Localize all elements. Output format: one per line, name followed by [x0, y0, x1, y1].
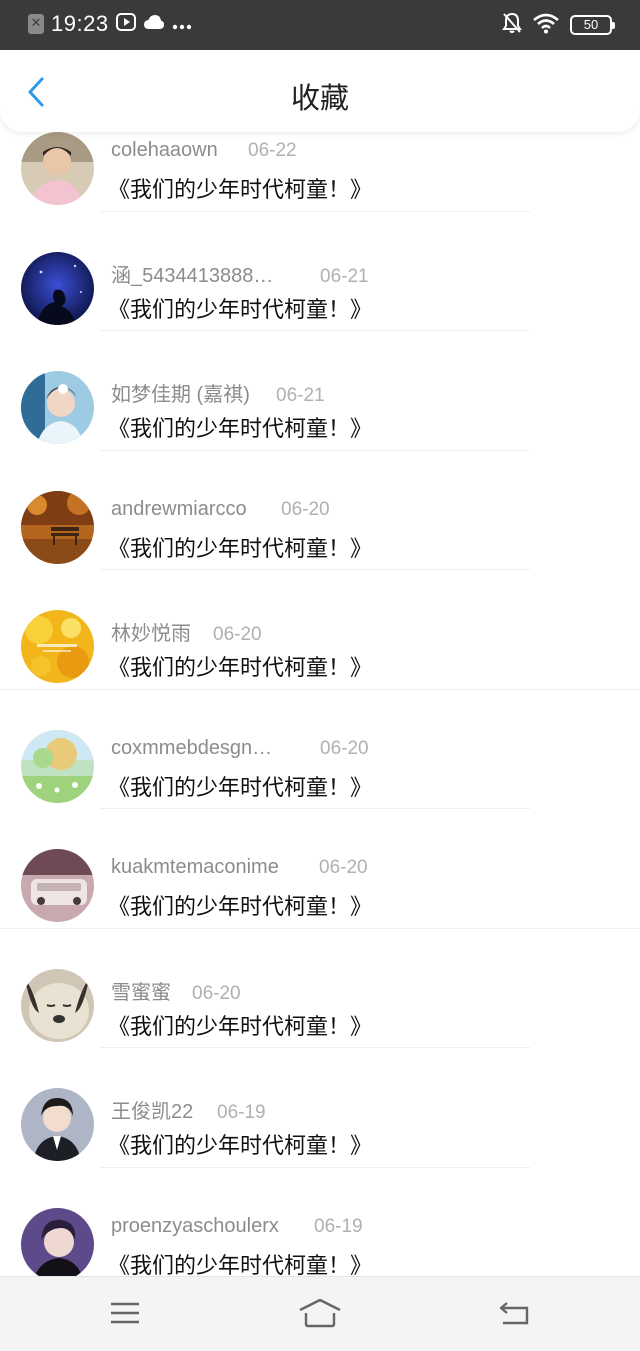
item-title[interactable]: 《我们的少年时代柯童！》: [108, 650, 372, 682]
battery-icon: 50: [570, 15, 615, 35]
avatar[interactable]: [21, 849, 94, 922]
item-meta: kuakmtemaconime 06-20: [111, 856, 368, 882]
username[interactable]: 如梦佳期 (嘉祺): [111, 378, 276, 407]
username[interactable]: 王俊凯22: [111, 1095, 217, 1124]
list-item[interactable]: andrewmiarcco 06-20 《我们的少年时代柯童！》: [0, 451, 640, 570]
username[interactable]: andrewmiarcco: [111, 498, 281, 521]
menu-icon: [111, 1302, 139, 1324]
avatar[interactable]: [21, 490, 94, 564]
post-date: 06-19: [217, 1102, 266, 1123]
post-date: 06-20: [320, 737, 369, 759]
list-item[interactable]: 雪蜜蜜 06-20 《我们的少年时代柯童！》: [0, 929, 640, 1048]
username[interactable]: kuakmtemaconime: [111, 856, 319, 879]
item-title[interactable]: 《我们的少年时代柯童！》: [108, 411, 372, 443]
list-item[interactable]: coxmmebdesgn… 06-20 《我们的少年时代柯童！》: [0, 690, 640, 809]
item-meta: coxmmebdesgn… 06-20: [111, 737, 369, 763]
avatar[interactable]: [21, 371, 94, 444]
more-dots-icon: [172, 15, 192, 34]
status-bar: ✕ 19:23 50: [0, 0, 640, 50]
item-title[interactable]: 《我们的少年时代柯童！》: [108, 889, 372, 921]
item-meta: 雪蜜蜜 06-20: [111, 976, 241, 1005]
list-item[interactable]: 林妙悦雨 06-20 《我们的少年时代柯童！》: [0, 570, 640, 690]
avatar[interactable]: [21, 610, 94, 683]
post-date: 06-19: [314, 1215, 363, 1237]
item-meta: 如梦佳期 (嘉祺) 06-21: [111, 378, 325, 407]
status-time: 19:23: [51, 11, 109, 36]
list-item[interactable]: proenzyaschoulerx 06-19 《我们的少年时代柯童！》: [0, 1168, 640, 1288]
item-title[interactable]: 《我们的少年时代柯童！》: [108, 770, 372, 802]
back-nav-button[interactable]: [493, 1293, 537, 1333]
post-date: 06-20: [319, 857, 368, 878]
item-meta: proenzyaschoulerx 06-19: [111, 1215, 363, 1241]
video-icon: [115, 12, 136, 36]
avatar[interactable]: [21, 251, 94, 325]
item-title[interactable]: 《我们的少年时代柯童！》: [108, 292, 372, 324]
item-title[interactable]: 《我们的少年时代柯童！》: [108, 1128, 372, 1160]
username[interactable]: 涵_5434413888…: [111, 259, 320, 288]
item-meta: 涵_5434413888… 06-21: [111, 259, 369, 288]
list-item[interactable]: 王俊凯22 06-19 《我们的少年时代柯童！》: [0, 1048, 640, 1168]
avatar[interactable]: [21, 968, 94, 1042]
status-right: 50: [502, 12, 615, 38]
item-meta: andrewmiarcco 06-20: [111, 498, 330, 524]
post-date: 06-20: [213, 624, 262, 645]
list-item[interactable]: 涵_5434413888… 06-21 《我们的少年时代柯童！》: [0, 212, 640, 331]
list-item[interactable]: kuakmtemaconime 06-20 《我们的少年时代柯童！》: [0, 809, 640, 929]
post-date: 06-20: [192, 982, 241, 1004]
item-meta: 林妙悦雨 06-20: [111, 617, 262, 646]
username[interactable]: proenzyaschoulerx: [111, 1215, 314, 1238]
username[interactable]: coxmmebdesgn…: [111, 737, 320, 760]
post-date: 06-20: [281, 498, 330, 520]
home-button[interactable]: [298, 1293, 342, 1333]
battery-level: 50: [583, 17, 599, 32]
back-button[interactable]: [18, 72, 54, 112]
favorites-list: colehaaown 06-22 《我们的少年时代柯童！》 涵_543441388…: [0, 92, 640, 1287]
avatar[interactable]: [21, 1207, 94, 1281]
username[interactable]: 雪蜜蜜: [111, 976, 192, 1005]
page-title: 收藏: [290, 81, 349, 115]
username[interactable]: 林妙悦雨: [111, 617, 213, 646]
wifi-icon: [532, 12, 560, 38]
menu-button[interactable]: [103, 1293, 147, 1333]
chevron-left-icon: [28, 77, 44, 107]
return-icon: [499, 1302, 529, 1325]
item-meta: 王俊凯22 06-19: [111, 1095, 266, 1124]
avatar[interactable]: [21, 729, 94, 803]
post-date: 06-21: [276, 385, 325, 406]
system-nav-bar: [0, 1276, 640, 1351]
item-title[interactable]: 《我们的少年时代柯童！》: [108, 172, 372, 204]
list-item[interactable]: 如梦佳期 (嘉祺) 06-21 《我们的少年时代柯童！》: [0, 331, 640, 451]
item-title[interactable]: 《我们的少年时代柯童！》: [108, 1248, 372, 1280]
close-notification-icon: ✕: [28, 14, 44, 34]
cloud-icon: [143, 13, 165, 35]
post-date: 06-21: [320, 265, 369, 287]
item-title[interactable]: 《我们的少年时代柯童！》: [108, 531, 372, 563]
status-left: ✕ 19:23: [28, 11, 192, 37]
avatar[interactable]: [21, 1088, 94, 1161]
bell-muted-icon: [502, 12, 522, 38]
header-bar: 收藏: [0, 50, 640, 132]
home-icon: [299, 1298, 341, 1328]
item-title[interactable]: 《我们的少年时代柯童！》: [108, 1009, 372, 1041]
